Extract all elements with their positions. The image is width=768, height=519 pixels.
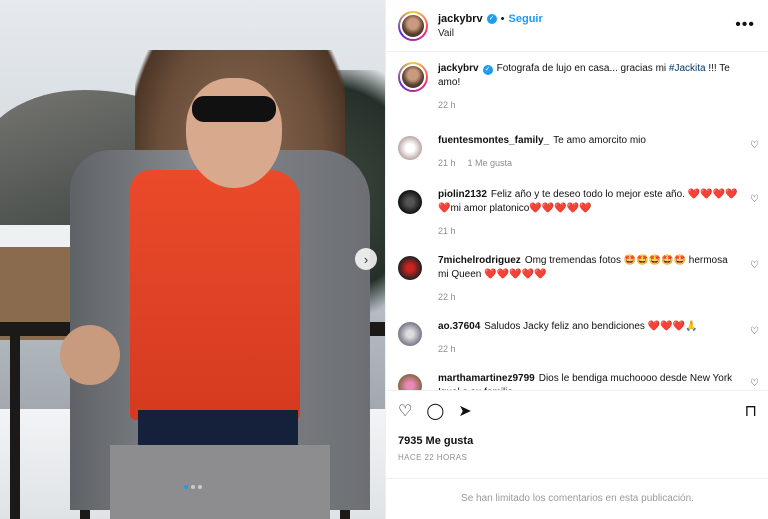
comments-list[interactable]: jackybrv ✓ Fotografa de lujo en casa... gr… — [386, 52, 768, 390]
comment-text: Te amo amorcito mio — [553, 135, 646, 146]
author-username[interactable]: jackybrv — [438, 13, 483, 25]
more-horizontal-icon[interactable]: ••• — [735, 16, 755, 34]
caption-username[interactable]: jackybrv — [438, 63, 479, 74]
photo-person-hand — [60, 325, 120, 385]
carousel-dot — [183, 485, 188, 489]
comment-text: Saludos Jacky feliz ano bendiciones ❤️❤️… — [484, 321, 698, 332]
follow-button[interactable]: Seguir — [509, 13, 543, 25]
photo-person-face — [186, 78, 282, 188]
avatar[interactable] — [398, 190, 422, 214]
list-item: marthamartinez9799 Dios le bendiga muchoo… — [386, 372, 768, 390]
heart-icon[interactable]: ♡ — [398, 401, 412, 421]
post-photo[interactable]: › — [0, 0, 385, 519]
comment-username[interactable]: piolin2132 — [438, 189, 487, 200]
comments-limited-notice: Se han limitado los comentarios en esta … — [386, 478, 768, 518]
comment-time: 22 h — [438, 344, 456, 354]
caption-time: 22 h — [438, 100, 456, 110]
avatar[interactable] — [398, 10, 428, 41]
comment-likes[interactable]: 1 Me gusta — [468, 156, 513, 170]
comment-username[interactable]: marthamartinez9799 — [438, 373, 535, 384]
caption-text: Fotografa de lujo en casa... gracias mi — [496, 63, 669, 74]
heart-icon[interactable]: ♡ — [750, 140, 759, 151]
heart-icon[interactable]: ♡ — [750, 326, 759, 337]
photo-person-pants — [110, 445, 330, 519]
avatar[interactable] — [398, 62, 428, 92]
comment-username[interactable]: ao.37604 — [438, 321, 480, 332]
post-actions: ♡ ◯ ➤ ⊓ 7935 Me gusta HACE 22 HORAS Se h… — [386, 390, 768, 518]
list-item: piolin2132 Feliz año y te deseo todo lo m… — [386, 188, 768, 238]
post-side-panel: jackybrv ✓ • Seguir Vail ••• jackybrv ✓ Fo… — [385, 0, 768, 519]
verified-badge-icon: ✓ — [482, 65, 493, 75]
heart-icon[interactable]: ♡ — [750, 260, 759, 271]
list-item: 7michelrodriguez Omg tremendas fotos 🤩🤩🤩🤩… — [386, 254, 768, 304]
post-timestamp: HACE 22 HORAS — [398, 453, 468, 462]
heart-icon[interactable]: ♡ — [750, 194, 759, 205]
avatar[interactable] — [398, 374, 422, 390]
list-item: fuentesmontes_family_ Te amo amorcito mio… — [386, 134, 768, 170]
instagram-post: › jackybrv ✓ • Seguir Vail ••• jackybrv … — [0, 0, 768, 519]
chevron-right-icon: › — [363, 251, 369, 267]
comment-username[interactable]: fuentesmontes_family_ — [438, 135, 549, 146]
carousel-dot — [197, 485, 202, 489]
carousel-dot — [190, 485, 195, 489]
photo-person-sunglasses — [192, 96, 276, 122]
avatar[interactable] — [398, 322, 422, 346]
comment-username[interactable]: 7michelrodriguez — [438, 255, 521, 266]
caption: jackybrv ✓ Fotografa de lujo en casa... gr… — [386, 62, 768, 112]
carousel-dots — [183, 485, 202, 489]
avatar[interactable] — [398, 256, 422, 280]
verified-badge-icon: ✓ — [486, 13, 497, 24]
comment-time: 21 h — [438, 226, 456, 236]
comment-time: 22 h — [438, 292, 456, 302]
comment-time: 21 h — [438, 158, 456, 168]
likes-count[interactable]: 7935 Me gusta — [386, 421, 768, 447]
share-icon[interactable]: ➤ — [458, 401, 471, 421]
post-header: jackybrv ✓ • Seguir Vail ••• — [386, 0, 768, 52]
photo-person-vest — [130, 170, 300, 420]
comment-icon[interactable]: ◯ — [426, 401, 444, 421]
carousel-next-button[interactable]: › — [355, 248, 377, 270]
avatar[interactable] — [398, 136, 422, 160]
photo-railing-bar — [10, 336, 20, 519]
photo-person-shirt — [138, 410, 298, 450]
location-link[interactable]: Vail — [438, 28, 543, 39]
heart-icon[interactable]: ♡ — [750, 378, 759, 389]
list-item: ao.37604 Saludos Jacky feliz ano bendicio… — [386, 320, 768, 356]
caption-hashtag[interactable]: #Jackita — [669, 63, 706, 74]
separator-dot: • — [500, 12, 505, 25]
bookmark-icon[interactable]: ⊓ — [745, 401, 757, 421]
